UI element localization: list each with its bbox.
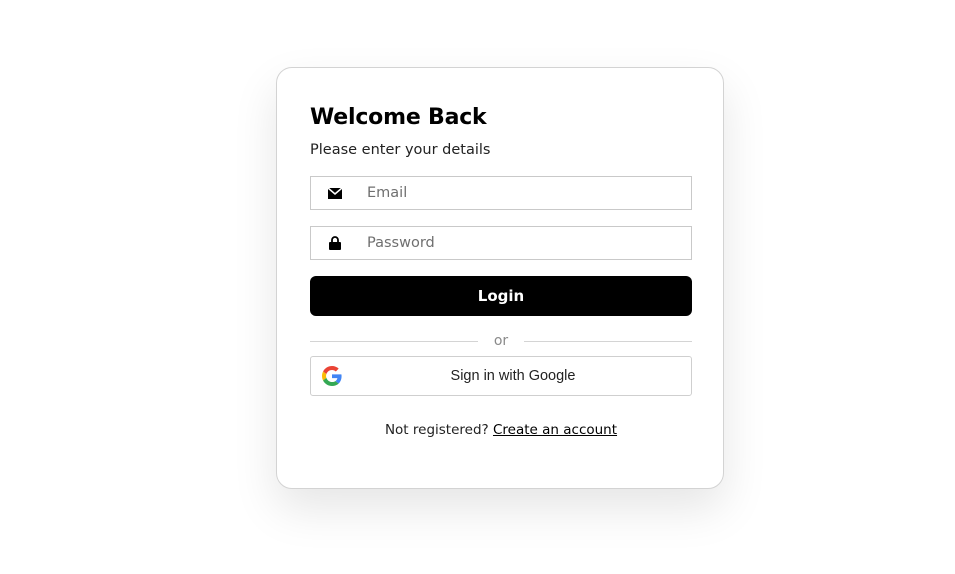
lock-icon [319,236,351,250]
divider-line-right [524,340,693,342]
page-subtitle: Please enter your details [310,142,491,158]
register-prompt: Not registered? Create an account [310,422,692,438]
email-field-wrapper [310,176,692,210]
google-signin-label: Sign in with Google [450,368,576,384]
page-title: Welcome Back [310,105,487,130]
login-button[interactable]: Login [310,276,692,316]
or-divider: or [310,332,693,350]
divider-line-left [310,340,478,342]
email-input[interactable] [367,177,691,209]
envelope-icon [319,187,351,199]
register-prompt-text: Not registered? [384,422,489,438]
password-field-wrapper [310,226,692,260]
login-card: Welcome Back Please enter your details L… [276,67,724,489]
create-account-link[interactable]: Create an account [493,422,617,438]
password-input[interactable] [367,227,691,259]
google-icon [322,366,342,386]
divider-text: or [493,333,509,349]
google-signin-button[interactable]: Sign in with Google [310,356,692,396]
